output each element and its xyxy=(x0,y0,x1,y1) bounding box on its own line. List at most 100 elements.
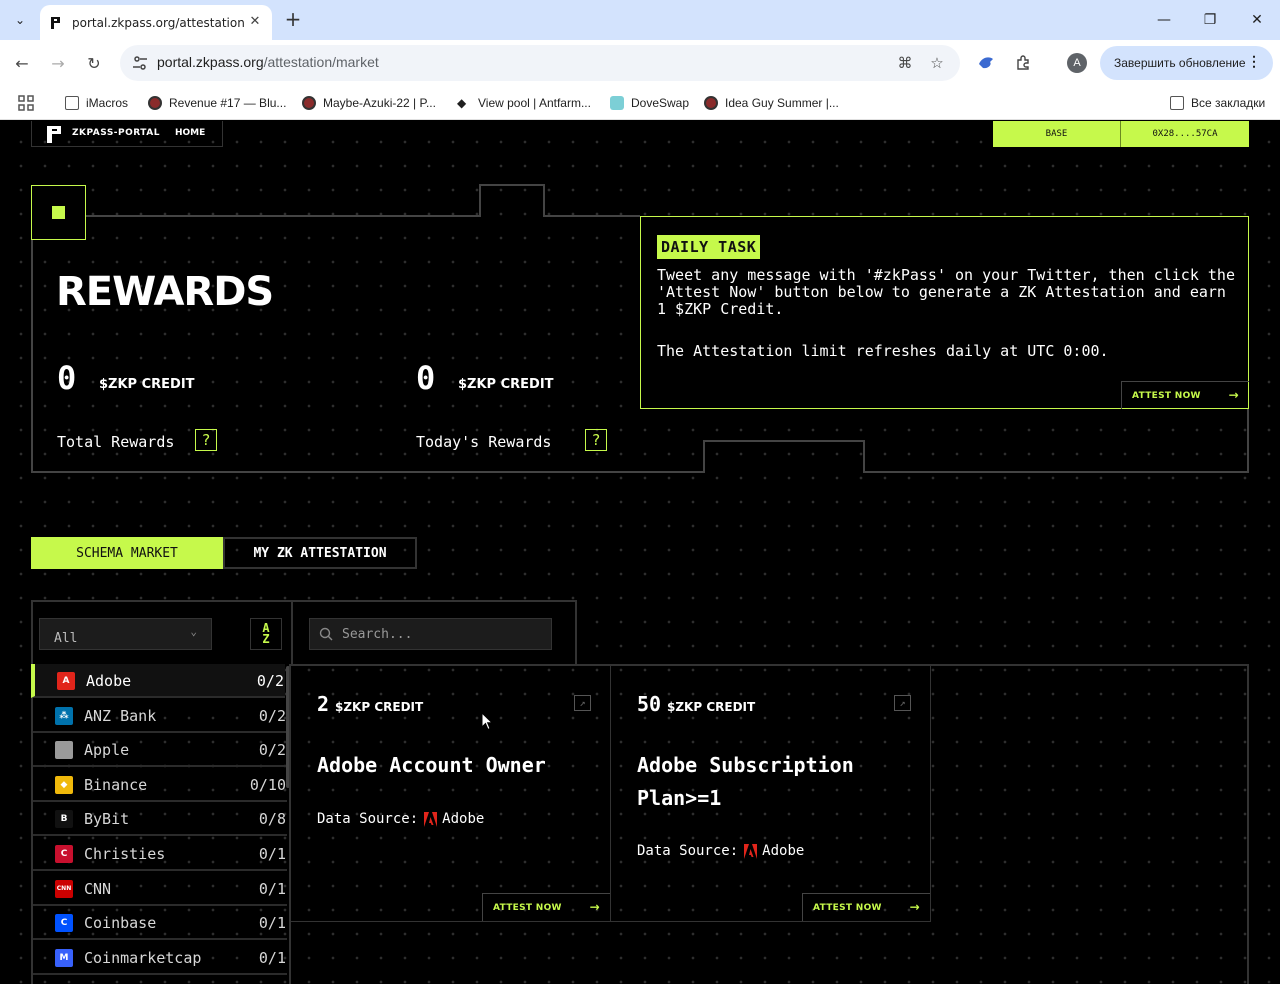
minimize-icon[interactable]: — xyxy=(1141,6,1187,34)
search-box[interactable] xyxy=(309,618,552,650)
tab-my-zk-attestation[interactable]: MY ZK ATTESTATION xyxy=(223,537,417,569)
binance-icon: ◆ xyxy=(55,775,73,794)
sidebar-item-count: 0/10 xyxy=(249,775,286,794)
card-attest-now-button[interactable]: ATTEST NOW → xyxy=(802,893,930,921)
tab-search-button[interactable]: ⌄ xyxy=(6,7,34,33)
external-link-icon[interactable]: ↗ xyxy=(574,695,591,711)
arrow-right-icon: → xyxy=(1228,388,1239,402)
all-bookmarks[interactable]: Все закладки xyxy=(1170,92,1265,114)
bookmark-item[interactable]: Idea Guy Summer |... xyxy=(704,92,839,114)
external-link-icon[interactable]: ↗ xyxy=(894,695,911,711)
eye-icon xyxy=(302,96,316,110)
card-credit-amount: 50 xyxy=(637,692,662,716)
bookmark-label: Idea Guy Summer |... xyxy=(725,96,839,110)
extension-bird-icon[interactable] xyxy=(976,53,996,73)
sidebar-item-count: 0/1 xyxy=(258,879,286,898)
close-window-icon[interactable]: ✕ xyxy=(1234,6,1280,34)
sidebar-item-coinmarketcap[interactable]: M Coinmarketcap 0/1 xyxy=(33,941,287,975)
address-bar[interactable]: portal.zkpass.org/attestation/market ⌘ ☆ xyxy=(120,45,960,81)
zkpass-favicon-icon xyxy=(48,14,64,31)
dove-icon xyxy=(610,96,624,110)
browser-tab[interactable]: portal.zkpass.org/attestation/m ✕ xyxy=(40,5,272,40)
restore-icon[interactable]: ❐ xyxy=(1187,6,1233,34)
sidebar-item-apple[interactable]: Apple 0/2 xyxy=(33,733,287,768)
update-browser-button[interactable]: Завершить обновление ⋮ xyxy=(1100,46,1273,80)
back-icon[interactable]: ← xyxy=(8,49,36,77)
network-chip[interactable]: BASE xyxy=(993,121,1121,147)
category-select-value: All xyxy=(54,631,78,646)
today-rewards-help-icon[interactable]: ? xyxy=(585,429,607,451)
zkpass-logo-icon[interactable] xyxy=(47,126,64,143)
bookmark-label: DoveSwap xyxy=(631,96,690,110)
data-source-name: Adobe xyxy=(762,843,805,859)
data-source-label: Data Source: xyxy=(637,843,739,859)
sidebar-item-label: Coinmarketcap xyxy=(84,948,202,967)
profile-avatar[interactable]: A xyxy=(1067,53,1087,73)
menu-dots-icon[interactable]: ⋮ xyxy=(1247,53,1261,70)
category-select[interactable]: All ⌄ xyxy=(39,618,212,650)
arrow-right-icon: → xyxy=(909,900,920,914)
attest-now-label: ATTEST NOW xyxy=(1132,390,1201,401)
card-title: Adobe Subscription Plan>=1 xyxy=(637,753,854,810)
browser-toolbar: ← → ↻ portal.zkpass.org/attestation/mark… xyxy=(0,40,1280,86)
card-credit-unit: $ZKP CREDIT xyxy=(335,700,424,714)
brand-name[interactable]: ZKPASS-PORTAL xyxy=(72,128,160,138)
today-rewards-label: Today's Rewards xyxy=(416,433,552,451)
adobe-icon xyxy=(424,811,438,827)
extensions-icon[interactable] xyxy=(1013,53,1033,73)
bookmark-label: Maybe-Azuki-22 | P... xyxy=(323,96,436,110)
coinmarketcap-icon: M xyxy=(55,948,73,967)
schema-card: 50 $ZKP CREDIT ↗ Adobe Subscription Plan>=1… xyxy=(611,666,931,922)
new-tab-button[interactable]: + xyxy=(282,9,304,31)
bookmark-item[interactable]: ◆ View pool | Antfarm... xyxy=(457,92,591,114)
diamond-icon: ◆ xyxy=(457,96,467,110)
rewards-title: REWARDS xyxy=(56,269,274,315)
adobe-icon xyxy=(744,843,758,859)
translate-icon[interactable]: ⌘ xyxy=(895,53,915,73)
sort-az-button[interactable]: A Z xyxy=(250,618,282,650)
bookmark-item[interactable]: Revenue #17 — Blu... xyxy=(148,92,286,114)
reload-icon[interactable]: ↻ xyxy=(80,49,108,77)
sidebar-item-bybit[interactable]: B ByBit 0/8 xyxy=(33,802,287,837)
daily-attest-now-button[interactable]: ATTEST NOW → xyxy=(1121,381,1249,409)
zkpass-portal-page: ZKPASS-PORTAL HOME BASE 0X28....57CA REW… xyxy=(0,121,1280,984)
card-attest-now-button[interactable]: ATTEST NOW → xyxy=(482,893,610,921)
url-text: portal.zkpass.org/attestation/market xyxy=(157,54,379,70)
tab-schema-market[interactable]: SCHEMA MARKET xyxy=(31,537,223,569)
total-rewards-help-icon[interactable]: ? xyxy=(195,429,217,451)
apps-grid-icon[interactable] xyxy=(18,92,34,114)
bybit-icon: B xyxy=(55,810,73,829)
christies-icon: C xyxy=(55,845,73,863)
close-tab-icon[interactable]: ✕ xyxy=(246,12,264,30)
arrow-right-icon: → xyxy=(589,900,600,914)
bookmark-item[interactable]: DoveSwap xyxy=(610,92,689,114)
sidebar-item-cnn[interactable]: CNN CNN 0/1 xyxy=(33,872,287,906)
today-rewards-value: 0 xyxy=(416,359,436,397)
folder-icon xyxy=(1170,96,1184,110)
bookmark-item[interactable]: Maybe-Azuki-22 | P... xyxy=(302,92,436,114)
wallet-address-chip[interactable]: 0X28....57CA xyxy=(1121,121,1249,147)
sidebar-item-binance[interactable]: ◆ Binance 0/10 xyxy=(33,768,287,802)
sidebar-item-adobe[interactable]: A Adobe 0/2 xyxy=(31,664,285,698)
site-info-icon[interactable] xyxy=(132,55,148,71)
sidebar-item-anz-bank[interactable]: ⁂ ANZ Bank 0/2 xyxy=(33,699,287,733)
daily-task-tag: DAILY TASK xyxy=(657,235,761,259)
anz-icon: ⁂ xyxy=(55,706,73,725)
bookmark-star-icon[interactable]: ☆ xyxy=(927,53,947,73)
card-data-source: Data Source: Adobe xyxy=(317,811,484,827)
search-input[interactable] xyxy=(342,619,547,649)
sidebar-item-label: ANZ Bank xyxy=(84,706,157,725)
sort-az-icon: A Z xyxy=(262,621,270,646)
bookmarks-bar: iMacros Revenue #17 — Blu... Maybe-Azuki… xyxy=(0,86,1280,120)
sidebar-item-count: 0/1 xyxy=(258,948,286,967)
bookmark-item[interactable]: iMacros xyxy=(65,92,128,114)
sidebar-item-count: 0/2 xyxy=(258,741,286,760)
cnn-icon: CNN xyxy=(55,879,73,898)
home-link[interactable]: HOME xyxy=(175,128,205,138)
card-credit-unit: $ZKP CREDIT xyxy=(667,700,756,714)
sidebar-item-coinbase[interactable]: C Coinbase 0/1 xyxy=(33,906,287,941)
sidebar-item-christies[interactable]: C Christies 0/1 xyxy=(33,837,287,871)
forward-icon[interactable]: → xyxy=(44,49,72,77)
coinbase-icon: C xyxy=(55,914,73,933)
data-source-label: Data Source: xyxy=(317,811,419,827)
